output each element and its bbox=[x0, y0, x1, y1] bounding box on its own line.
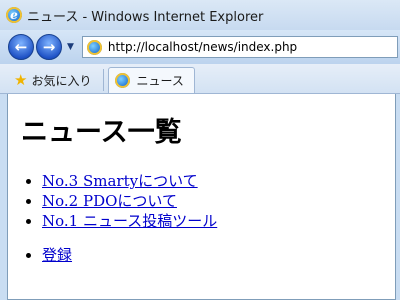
list-item: 登録 bbox=[42, 245, 72, 265]
chevron-down-icon[interactable]: ▼ bbox=[67, 42, 74, 52]
page-title: ニュース一覧 bbox=[21, 117, 182, 148]
tab-divider bbox=[103, 69, 105, 91]
forward-button[interactable]: → bbox=[36, 34, 62, 60]
star-icon: ★ bbox=[14, 71, 28, 89]
list-item: No.2 PDOについて bbox=[42, 191, 217, 211]
register-link[interactable]: 登録 bbox=[42, 246, 72, 264]
forward-arrow-icon: → bbox=[42, 38, 56, 56]
list-item: No.1 ニュース投稿ツール bbox=[42, 211, 217, 231]
page-content: ニュース一覧 No.3 Smartyについて No.2 PDOについて No.1… bbox=[7, 94, 396, 300]
address-text[interactable]: http://localhost/news/index.php bbox=[108, 40, 297, 54]
window-title: ニュース - Windows Internet Explorer bbox=[27, 9, 264, 25]
news-list: No.3 Smartyについて No.2 PDOについて No.1 ニュース投稿… bbox=[42, 171, 217, 231]
tab-bar: ★ お気に入り ニュース bbox=[0, 64, 400, 94]
page-favicon-icon bbox=[86, 39, 102, 55]
favorites-label: お気に入り bbox=[31, 73, 92, 88]
tab-favicon-icon bbox=[115, 73, 131, 88]
favorites-button[interactable]: ★ お気に入り bbox=[6, 67, 99, 93]
navigation-bar: ← → ▼ http://localhost/news/index.php bbox=[0, 30, 400, 64]
address-bar[interactable]: http://localhost/news/index.php bbox=[81, 36, 398, 58]
list-item: No.3 Smartyについて bbox=[42, 171, 217, 191]
news-link-1[interactable]: No.1 ニュース投稿ツール bbox=[42, 212, 217, 230]
news-link-2[interactable]: No.2 PDOについて bbox=[42, 192, 177, 210]
tab-news[interactable]: ニュース bbox=[108, 67, 195, 93]
title-bar: e ニュース - Windows Internet Explorer bbox=[0, 0, 400, 30]
action-list: 登録 bbox=[42, 245, 72, 265]
back-arrow-icon: ← bbox=[14, 38, 28, 56]
ie-logo-icon: e bbox=[6, 7, 22, 23]
back-button[interactable]: ← bbox=[8, 34, 34, 60]
news-link-3[interactable]: No.3 Smartyについて bbox=[42, 172, 198, 190]
tab-news-label: ニュース bbox=[136, 74, 184, 88]
